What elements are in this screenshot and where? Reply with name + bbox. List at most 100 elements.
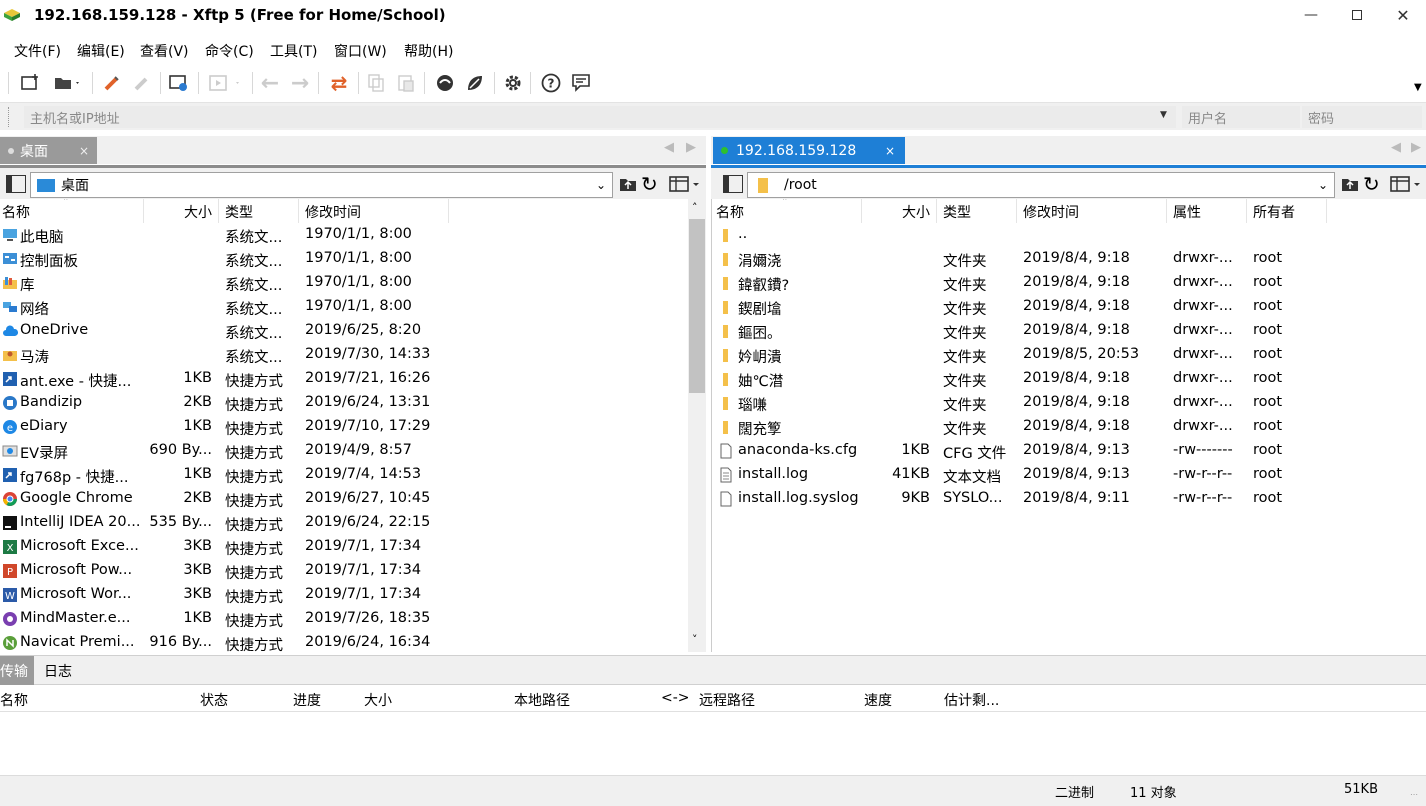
resize-grip-icon[interactable]: ⋯ xyxy=(1410,790,1419,799)
view-options-button[interactable] xyxy=(668,174,702,194)
minimize-button[interactable]: — xyxy=(1288,0,1334,30)
path-dropdown-icon[interactable]: ⌄ xyxy=(596,178,606,192)
table-row[interactable]: Google Chrome 2KB 快捷方式 2019/6/27, 10:45 xyxy=(0,487,706,511)
tab-transfer[interactable]: 传输 xyxy=(0,656,34,685)
sync-button[interactable]: ⇄ xyxy=(326,71,352,95)
host-dropdown-icon[interactable]: ▼ xyxy=(1160,110,1167,120)
tab-scroll-left-icon[interactable]: ◀ xyxy=(1391,140,1401,155)
scroll-down-icon[interactable]: ˅ xyxy=(692,633,698,646)
tab-scroll-right-icon[interactable]: ▶ xyxy=(686,140,696,155)
username-input[interactable]: 用户名 xyxy=(1182,106,1300,128)
password-input[interactable]: 密码 xyxy=(1302,106,1422,128)
table-row[interactable]: 妗岄潰 文件夹 2019/8/5, 20:53 drwxr-... root xyxy=(712,343,1426,367)
table-row[interactable]: 闊充箰 文件夹 2019/8/4, 9:18 drwxr-... root xyxy=(712,415,1426,439)
menu-help[interactable]: 帮助(H) xyxy=(404,41,453,61)
menu-edit[interactable]: 编辑(E) xyxy=(77,41,125,61)
col-header-mtime[interactable]: 修改时间 xyxy=(1017,199,1167,223)
close-button[interactable]: ✕ xyxy=(1380,0,1426,30)
table-row[interactable]: 马涛 系统文... 2019/7/30, 14:33 xyxy=(0,343,706,367)
table-row[interactable]: 妯℃澘 文件夹 2019/8/4, 9:18 drwxr-... root xyxy=(712,367,1426,391)
menu-file[interactable]: 文件(F) xyxy=(14,41,61,61)
transfer-button[interactable] xyxy=(204,71,248,95)
tab-local-desktop[interactable]: 桌面 × xyxy=(0,137,97,164)
col-header-owner[interactable]: 所有者 xyxy=(1247,199,1327,223)
menu-window[interactable]: 窗口(W) xyxy=(334,41,387,61)
local-scrollbar[interactable]: ˄ ˅ xyxy=(688,199,706,652)
pane-toggle-icon[interactable] xyxy=(723,175,743,193)
table-row[interactable]: 控制面板 系统文... 1970/1/1, 8:00 xyxy=(0,247,706,271)
feedback-button[interactable] xyxy=(568,71,594,95)
table-row[interactable]: install.log 41KB 文本文档 2019/8/4, 9:13 -rw-r--… xyxy=(712,463,1426,487)
tab-scroll-right-icon[interactable]: ▶ xyxy=(1411,140,1421,155)
col-header-mtime[interactable]: 修改时间 xyxy=(299,199,449,223)
options-button[interactable] xyxy=(500,71,526,95)
pane-toggle-icon[interactable] xyxy=(6,175,26,193)
maximize-button[interactable] xyxy=(1334,0,1380,30)
col-transfer-size[interactable]: 大小 xyxy=(364,690,392,710)
refresh-button[interactable]: ↻ xyxy=(1363,174,1383,194)
path-dropdown-icon[interactable]: ⌄ xyxy=(1318,178,1328,192)
col-header-type[interactable]: 类型 xyxy=(219,199,299,223)
refresh-button[interactable]: ↻ xyxy=(641,174,661,194)
scroll-up-icon[interactable]: ˄ xyxy=(692,201,698,214)
col-transfer-name[interactable]: 名称 xyxy=(0,690,28,710)
table-row[interactable]: 涓嬭浇 文件夹 2019/8/4, 9:18 drwxr-... root xyxy=(712,247,1426,271)
table-row[interactable]: 鏂囨。 文件夹 2019/8/4, 9:18 drwxr-... root xyxy=(712,319,1426,343)
table-row[interactable]: ant.exe - 快捷... 1KB 快捷方式 2019/7/21, 16:26 xyxy=(0,367,706,391)
disconnect-button[interactable] xyxy=(130,71,154,95)
tab-scroll-left-icon[interactable]: ◀ xyxy=(664,140,674,155)
toolbar-overflow-icon[interactable]: ▼ xyxy=(1414,82,1422,93)
menu-view[interactable]: 查看(V) xyxy=(140,41,189,61)
forward-button[interactable]: → xyxy=(288,71,312,96)
xftp-button[interactable] xyxy=(462,71,488,95)
new-session-button[interactable] xyxy=(18,71,42,95)
table-row[interactable]: fg768p - 快捷... 1KB 快捷方式 2019/7/4, 14:53 xyxy=(0,463,706,487)
table-row[interactable]: 鍏叡鐨? 文件夹 2019/8/4, 9:18 drwxr-... root xyxy=(712,271,1426,295)
col-header-type[interactable]: 类型 xyxy=(937,199,1017,223)
col-header-name[interactable]: 名称 xyxy=(716,199,862,223)
copy-button[interactable] xyxy=(364,71,388,95)
table-row[interactable]: W Microsoft Wor... 3KB 快捷方式 2019/7/1, 17:34 xyxy=(0,583,706,607)
table-row[interactable]: Navicat Premi... 916 By... 快捷方式 2019/6/24, … xyxy=(0,631,706,652)
local-path-field[interactable]: 桌面 ⌄ xyxy=(30,172,613,198)
col-header-size[interactable]: 大小 xyxy=(862,199,937,223)
col-transfer-remote-path[interactable]: 远程路径 xyxy=(699,690,755,710)
table-row[interactable]: 网络 系统文... 1970/1/1, 8:00 xyxy=(0,295,706,319)
remote-path-field[interactable]: /root ⌄ xyxy=(747,172,1335,198)
tab-close-icon[interactable]: × xyxy=(885,144,895,158)
col-transfer-progress[interactable]: 进度 xyxy=(293,690,321,710)
table-row[interactable]: MindMaster.e... 1KB 快捷方式 2019/7/26, 18:35 xyxy=(0,607,706,631)
open-button[interactable] xyxy=(48,71,86,95)
table-row[interactable]: 库 系统文... 1970/1/1, 8:00 xyxy=(0,271,706,295)
table-row[interactable]: P Microsoft Pow... 3KB 快捷方式 2019/7/1, 17:34 xyxy=(0,559,706,583)
col-header-perm[interactable]: 属性 xyxy=(1167,199,1247,223)
menu-command[interactable]: 命令(C) xyxy=(205,41,254,61)
menu-tools[interactable]: 工具(T) xyxy=(270,41,317,61)
table-row[interactable]: IntelliJ IDEA 20... 535 By... 快捷方式 2019/6/2… xyxy=(0,511,706,535)
col-header-name[interactable]: 名称 xyxy=(0,199,144,223)
table-row[interactable]: EV录屏 690 By... 快捷方式 2019/4/9, 8:57 xyxy=(0,439,706,463)
col-transfer-status[interactable]: 状态 xyxy=(200,690,228,710)
table-row[interactable]: anaconda-ks.cfg 1KB CFG 文件 2019/8/4, 9:13 -r… xyxy=(712,439,1426,463)
tab-remote-session[interactable]: 192.168.159.128 × xyxy=(713,137,905,164)
properties-button[interactable] xyxy=(166,71,192,95)
tab-close-icon[interactable]: × xyxy=(79,144,89,158)
back-button[interactable]: ← xyxy=(258,71,282,96)
col-header-size[interactable]: 大小 xyxy=(144,199,219,223)
host-input[interactable]: 主机名或IP地址 xyxy=(24,106,1176,128)
col-transfer-local-path[interactable]: 本地路径 xyxy=(514,690,570,710)
table-row[interactable]: 鍥剧墖 文件夹 2019/8/4, 9:18 drwxr-... root xyxy=(712,295,1426,319)
tab-log[interactable]: 日志 xyxy=(44,661,72,681)
table-row[interactable]: OneDrive 系统文... 2019/6/25, 8:20 xyxy=(0,319,706,343)
table-row[interactable]: 瑙嗛 文件夹 2019/8/4, 9:18 drwxr-... root xyxy=(712,391,1426,415)
table-row[interactable]: X Microsoft Exce... 3KB 快捷方式 2019/7/1, 17:34 xyxy=(0,535,706,559)
connect-button[interactable] xyxy=(100,71,124,95)
up-folder-button[interactable] xyxy=(618,174,638,194)
table-row[interactable]: 此电脑 系统文... 1970/1/1, 8:00 xyxy=(0,223,706,247)
table-row[interactable]: .. xyxy=(712,223,1426,247)
table-row[interactable]: install.log.syslog 9KB SYSLO... 2019/8/4, 9… xyxy=(712,487,1426,511)
col-transfer-eta[interactable]: 估计剩... xyxy=(944,690,999,710)
table-row[interactable]: e eDiary 1KB 快捷方式 2019/7/10, 17:29 xyxy=(0,415,706,439)
help-button[interactable]: ? xyxy=(538,71,564,95)
up-folder-button[interactable] xyxy=(1340,174,1360,194)
